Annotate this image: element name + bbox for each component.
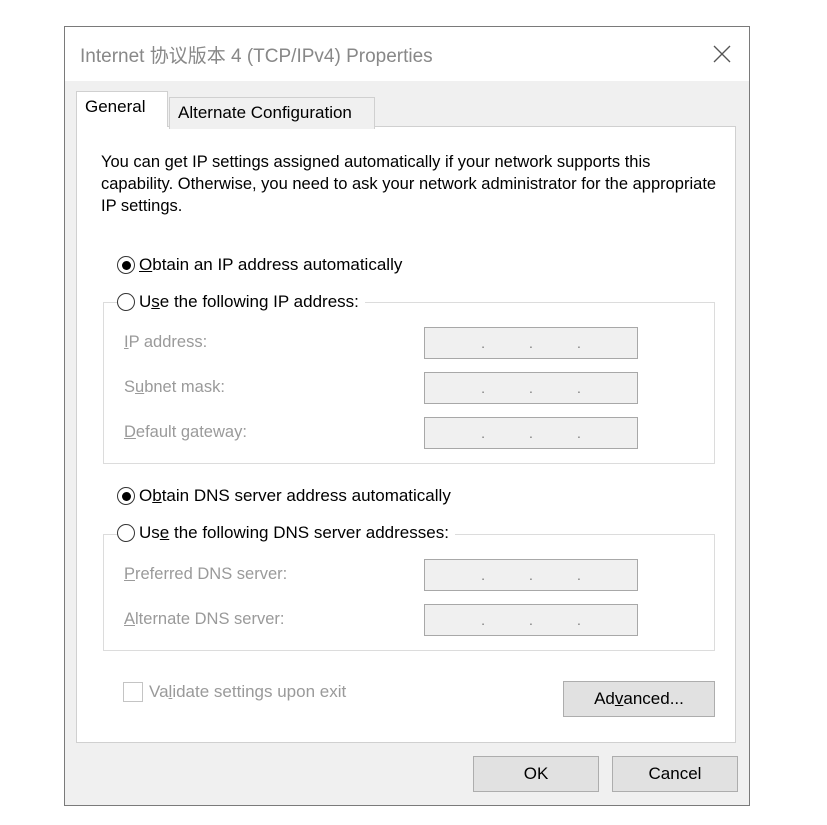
obtain-dns-auto-radio[interactable]	[117, 487, 135, 505]
validate-settings-checkbox[interactable]	[123, 682, 143, 702]
subnet-mask-input[interactable]: ...	[424, 372, 638, 404]
validate-settings-label: Validate settings upon exit	[149, 682, 347, 701]
obtain-ip-auto-radio[interactable]	[117, 256, 135, 274]
window-title: Internet 协议版本 4 (TCP/IPv4) Properties	[80, 46, 433, 67]
obtain-dns-auto-label: Obtain DNS server address automatically	[139, 486, 451, 505]
use-following-ip-radio[interactable]	[117, 293, 135, 311]
subnet-mask-label: Subnet mask:	[124, 378, 225, 396]
use-following-dns-label: Use the following DNS server addresses:	[139, 523, 449, 542]
intro-text: You can get IP settings assigned automat…	[101, 153, 717, 215]
ip-address-label: IP address:	[124, 333, 208, 351]
ip-address-input[interactable]: ...	[424, 327, 638, 359]
use-following-ip-option[interactable]: Use the following IP address:	[117, 292, 365, 312]
stage: Internet 协议版本 4 (TCP/IPv4) Properties Ge…	[0, 0, 827, 825]
cancel-button-label: Cancel	[648, 764, 702, 783]
use-following-ip-label: Use the following IP address:	[139, 292, 359, 311]
close-button[interactable]	[705, 37, 739, 71]
ip-address-group: IP address: ... Subnet mask: ... Default…	[103, 302, 715, 464]
default-gateway-input[interactable]: ...	[424, 417, 638, 449]
radio-selected-dot	[121, 260, 131, 270]
obtain-ip-auto-label: Obtain an IP address automatically	[139, 255, 403, 274]
advanced-button[interactable]: Advanced...	[563, 681, 715, 717]
obtain-ip-auto-option[interactable]: Obtain an IP address automatically	[117, 255, 409, 275]
radio-selected-dot	[121, 491, 131, 501]
preferred-dns-label: Preferred DNS server:	[124, 565, 288, 583]
preferred-dns-input[interactable]: ...	[424, 559, 638, 591]
dns-server-group: Preferred DNS server: ... Alternate DNS …	[103, 534, 715, 651]
cancel-button[interactable]: Cancel	[612, 756, 738, 792]
use-following-dns-option[interactable]: Use the following DNS server addresses:	[117, 523, 455, 543]
tab-alternate-label: Alternate Configuration	[178, 103, 352, 122]
ok-button-label: OK	[523, 764, 549, 783]
general-panel: You can get IP settings assigned automat…	[76, 126, 736, 743]
ipv4-properties-dialog: Internet 协议版本 4 (TCP/IPv4) Properties Ge…	[64, 26, 750, 806]
obtain-dns-auto-option[interactable]: Obtain DNS server address automatically	[117, 486, 457, 506]
advanced-button-label: Advanced...	[594, 689, 684, 708]
ok-button[interactable]: OK	[473, 756, 599, 792]
tab-general[interactable]: General	[76, 91, 168, 127]
validate-settings-option[interactable]: Validate settings upon exit	[123, 682, 346, 702]
alternate-dns-input[interactable]: ...	[424, 604, 638, 636]
title-bar: Internet 协议版本 4 (TCP/IPv4) Properties	[65, 27, 749, 81]
default-gateway-label: Default gateway:	[124, 423, 247, 441]
alternate-dns-label: Alternate DNS server:	[124, 610, 285, 628]
tab-alternate-configuration[interactable]: Alternate Configuration	[169, 97, 375, 129]
close-icon	[713, 45, 731, 63]
use-following-dns-radio[interactable]	[117, 524, 135, 542]
tab-general-label: General	[85, 97, 146, 116]
